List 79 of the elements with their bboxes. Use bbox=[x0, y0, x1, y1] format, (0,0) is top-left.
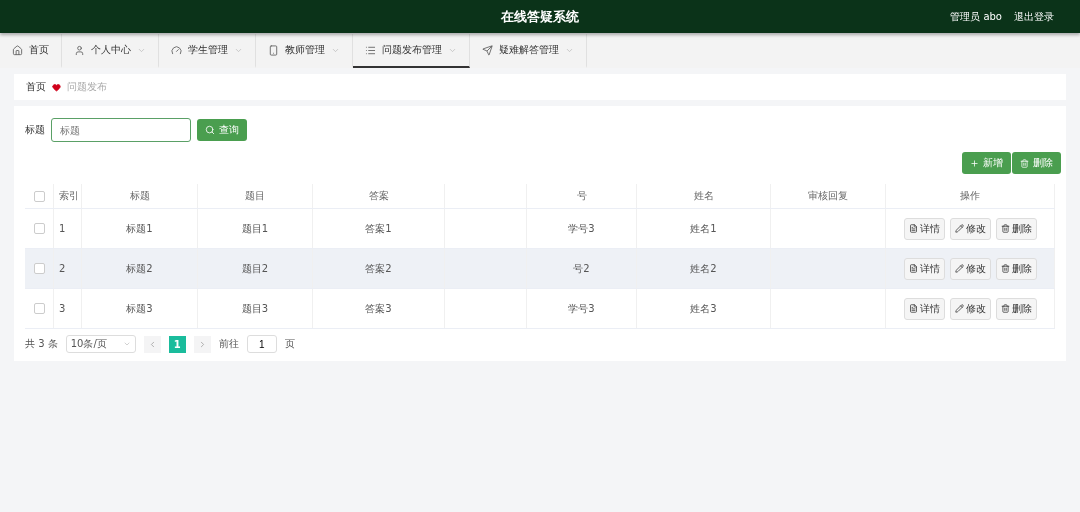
table-cell: 答案3 bbox=[365, 301, 392, 316]
breadcrumb-current: 问题发布 bbox=[67, 80, 107, 94]
column-header: 姓名 bbox=[693, 189, 714, 203]
column-header: 号 bbox=[576, 189, 587, 203]
nav-tab[interactable]: 问题发布管理 bbox=[353, 34, 470, 68]
row-button[interactable]: 修改 bbox=[949, 297, 991, 320]
send-icon bbox=[482, 44, 493, 56]
column-header: 题目 bbox=[245, 189, 265, 203]
row-button[interactable]: 详情 bbox=[903, 217, 945, 240]
document-icon bbox=[908, 264, 918, 273]
table-cell: 姓名1 bbox=[690, 221, 717, 236]
caret-icon bbox=[122, 340, 131, 348]
pencil-icon bbox=[954, 304, 964, 313]
pencil-icon bbox=[954, 264, 964, 273]
logout-link[interactable]: 退出登录 bbox=[1014, 9, 1054, 24]
breadcrumb-link[interactable]: 首页 bbox=[26, 80, 46, 94]
trash-icon bbox=[1000, 224, 1010, 233]
home-icon bbox=[12, 44, 23, 56]
table-cell: 答案2 bbox=[365, 261, 392, 276]
row-button[interactable]: 详情 bbox=[903, 257, 945, 280]
goto-label: 前往 bbox=[218, 337, 239, 351]
row-button[interactable]: 删除 bbox=[995, 297, 1037, 320]
table-cell: 姓名2 bbox=[690, 261, 717, 276]
checkbox[interactable] bbox=[33, 190, 45, 202]
table-cell: 题目2 bbox=[241, 261, 269, 276]
table-cell: 3 bbox=[59, 303, 66, 314]
table-cell: 号2 bbox=[573, 261, 590, 276]
table-cell: 答案1 bbox=[365, 221, 392, 236]
page-unit: 页 bbox=[284, 337, 295, 351]
table-cell: 标题1 bbox=[126, 221, 153, 236]
pencil-icon bbox=[954, 224, 964, 233]
column-header: 审核回复 bbox=[808, 189, 848, 203]
column-header: 索引 bbox=[59, 189, 79, 203]
nav-tab[interactable]: 学生管理 bbox=[159, 34, 256, 68]
prev-page-button[interactable] bbox=[143, 335, 161, 353]
goto-field[interactable]: 1 bbox=[246, 335, 277, 353]
page-size-select[interactable]: 10条/页 bbox=[65, 335, 136, 353]
user-icon bbox=[74, 44, 85, 56]
table-cell: 题目3 bbox=[241, 301, 269, 316]
user-label: 管理员 abo bbox=[950, 9, 1002, 24]
trash-icon bbox=[1000, 264, 1010, 273]
table-cell: 2 bbox=[59, 263, 66, 274]
column-header: 标题 bbox=[129, 189, 150, 203]
search-field[interactable]: 标题 bbox=[51, 118, 191, 142]
column-header: 操作 bbox=[960, 189, 980, 203]
column-header: 答案 bbox=[368, 189, 389, 203]
checkbox[interactable] bbox=[33, 303, 45, 314]
nav-tab[interactable]: 个人中心 bbox=[62, 34, 159, 68]
table-cell: 标题3 bbox=[126, 301, 153, 316]
table-cell: 学号3 bbox=[568, 221, 595, 236]
heart-icon bbox=[52, 82, 61, 92]
document-icon bbox=[908, 224, 918, 233]
table-cell: 1 bbox=[59, 223, 66, 234]
trash-icon bbox=[1000, 304, 1010, 313]
search-icon bbox=[205, 125, 215, 135]
table-cell: 姓名3 bbox=[690, 301, 717, 316]
list-icon bbox=[365, 44, 376, 56]
nav-tab[interactable]: 首页 bbox=[0, 34, 62, 68]
nav-tab[interactable]: 疑难解答管理 bbox=[470, 34, 587, 68]
table-cell: 标题2 bbox=[126, 261, 153, 276]
document-icon bbox=[908, 304, 918, 313]
gauge-icon bbox=[171, 44, 182, 56]
app-title: 在线答疑系统 bbox=[501, 7, 579, 26]
checkbox[interactable] bbox=[33, 263, 45, 274]
checkbox[interactable] bbox=[33, 223, 45, 234]
row-button[interactable]: 删除 bbox=[995, 257, 1037, 280]
nav-tab[interactable]: 教师管理 bbox=[256, 34, 353, 68]
total-count: 共 3 条 bbox=[25, 337, 58, 351]
phone-icon bbox=[268, 44, 279, 56]
row-button[interactable]: 修改 bbox=[949, 257, 991, 280]
row-button[interactable]: 详情 bbox=[903, 297, 945, 320]
table-cell: 学号3 bbox=[568, 301, 595, 316]
row-button[interactable]: 修改 bbox=[949, 217, 991, 240]
trash-icon bbox=[1020, 158, 1029, 168]
table-cell: 题目1 bbox=[241, 221, 269, 236]
search-label: 标题 bbox=[25, 123, 45, 137]
next-page-button[interactable] bbox=[193, 335, 211, 353]
row-button[interactable]: 删除 bbox=[995, 217, 1037, 240]
plus-icon bbox=[970, 158, 979, 168]
